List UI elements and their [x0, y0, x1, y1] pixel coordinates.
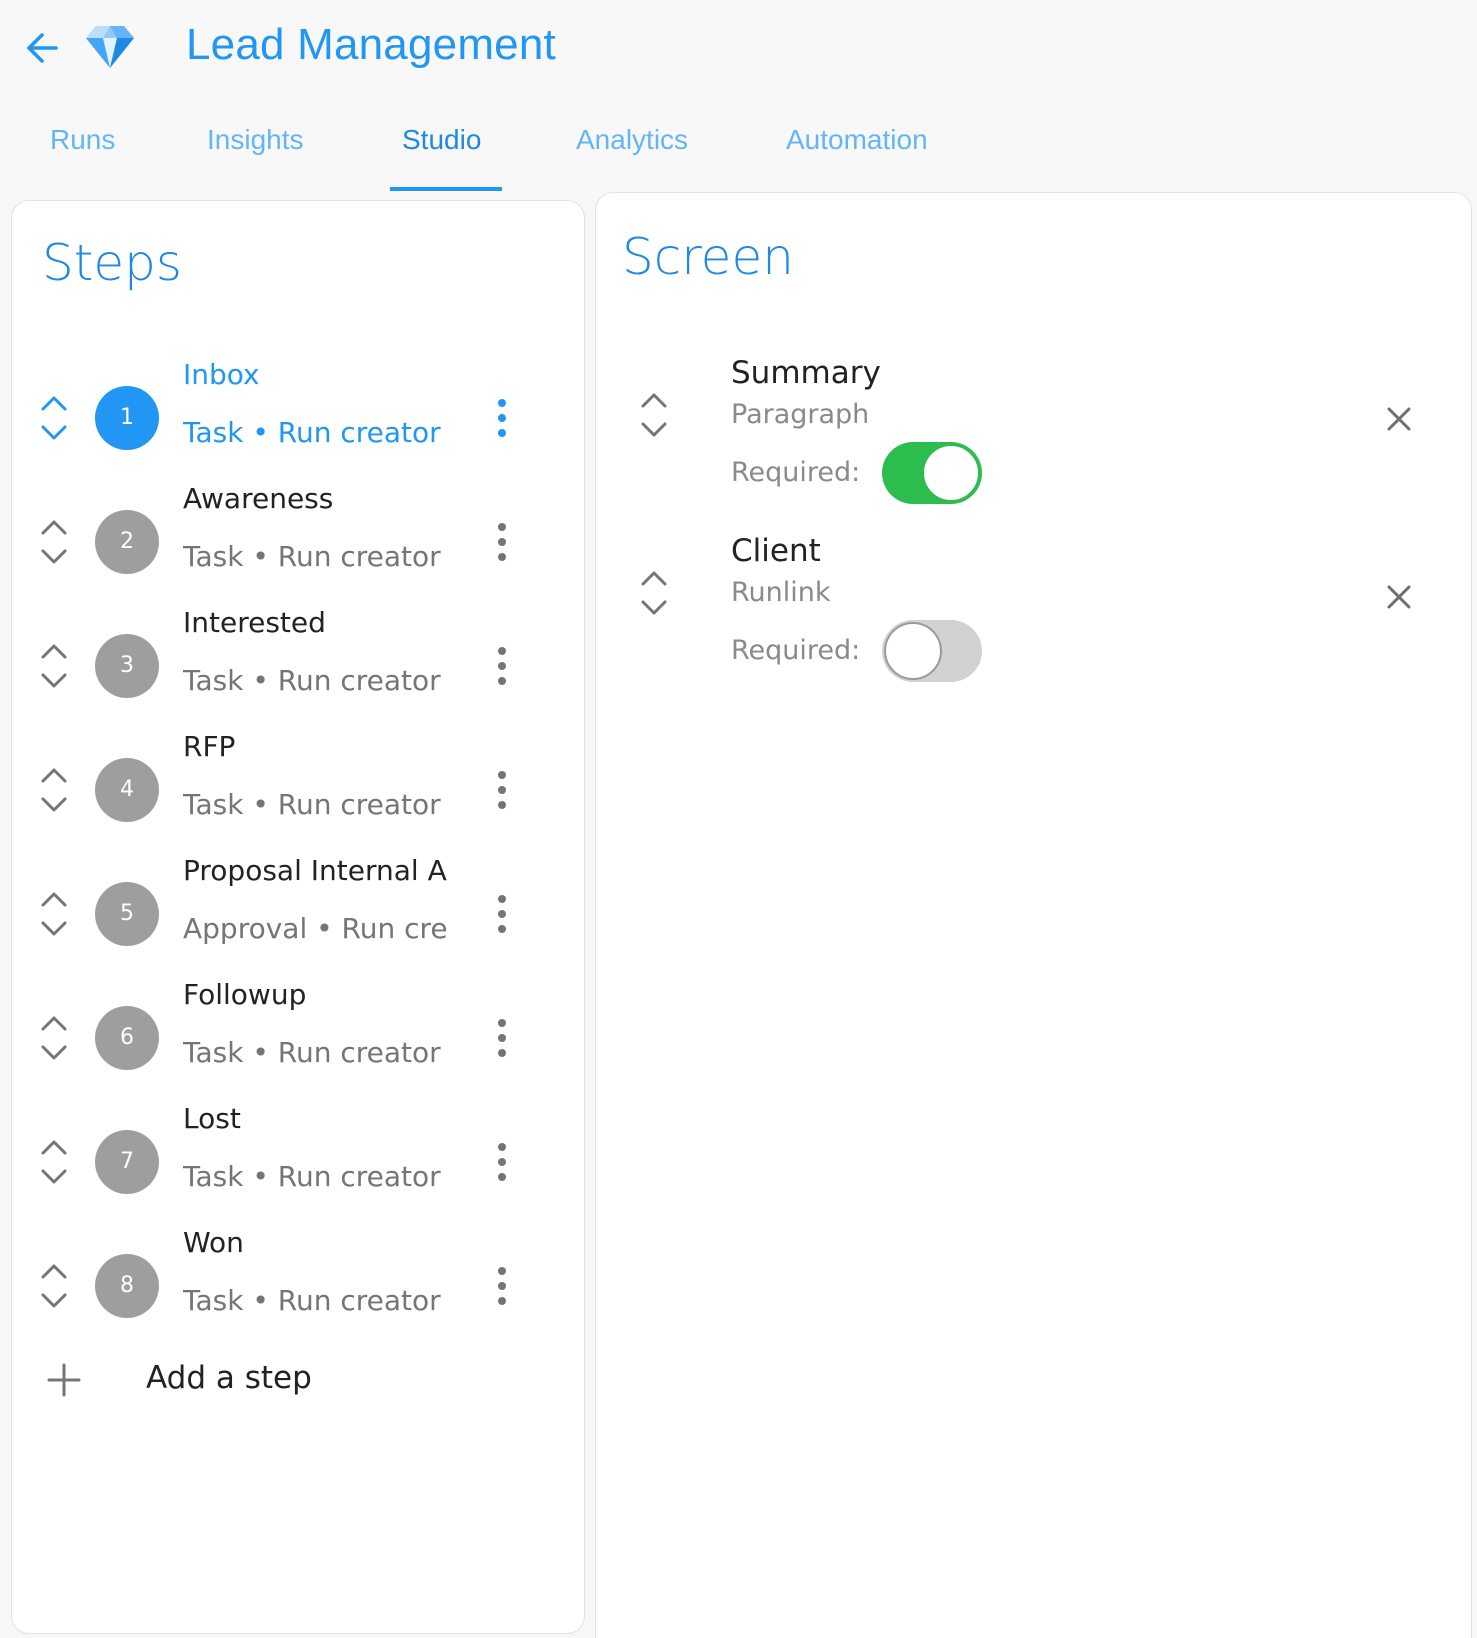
diamond-icon	[84, 22, 136, 70]
step-item[interactable]: 2 Awareness Task • Run creator	[0, 466, 574, 590]
step-item[interactable]: 3 Interested Task • Run creator	[0, 590, 574, 714]
tab-insights[interactable]: Insights	[207, 124, 304, 156]
required-label: Required:	[731, 457, 861, 488]
step-subtitle: Task • Run creator	[183, 1036, 441, 1069]
reorder-handle-icon[interactable]	[38, 1136, 70, 1188]
field-type: Paragraph	[731, 399, 870, 430]
reorder-handle-icon[interactable]	[638, 567, 670, 619]
step-name: Lost	[183, 1102, 241, 1135]
more-options-icon[interactable]	[492, 768, 512, 812]
step-item[interactable]: 4 RFP Task • Run creator	[0, 714, 574, 838]
field-name: Client	[731, 533, 821, 569]
reorder-handle-icon[interactable]	[38, 1260, 70, 1312]
step-item[interactable]: 1 Inbox Task • Run creator	[0, 342, 574, 466]
step-subtitle: Task • Run creator	[183, 540, 441, 573]
step-item[interactable]: 5 Proposal Internal Ap Approval • Run crea	[0, 838, 574, 962]
add-step-label[interactable]: Add a step	[146, 1360, 312, 1396]
step-number-badge: 1	[95, 386, 159, 450]
more-options-icon[interactable]	[492, 892, 512, 936]
back-arrow-icon[interactable]	[22, 28, 62, 68]
more-options-icon[interactable]	[492, 1016, 512, 1060]
reorder-handle-icon[interactable]	[38, 392, 70, 444]
reorder-handle-icon[interactable]	[38, 640, 70, 692]
required-toggle[interactable]	[882, 442, 982, 504]
step-item[interactable]: 8 Won Task • Run creator	[0, 1210, 574, 1334]
step-item[interactable]: 7 Lost Task • Run creator	[0, 1086, 574, 1210]
reorder-handle-icon[interactable]	[638, 389, 670, 441]
app-header: Lead Management Runs Insights Studio Ana…	[0, 0, 1477, 200]
step-subtitle: Task • Run creator	[183, 416, 441, 449]
step-name: Followup	[183, 978, 307, 1011]
screen-panel	[595, 192, 1472, 1638]
screen-title: Screen	[622, 228, 794, 286]
step-number-badge: 5	[95, 882, 159, 946]
active-tab-indicator	[390, 187, 502, 191]
tab-analytics[interactable]: Analytics	[576, 124, 688, 156]
tab-studio[interactable]: Studio	[402, 124, 481, 156]
more-options-icon[interactable]	[492, 1264, 512, 1308]
toggle-knob	[922, 444, 980, 502]
step-number-badge: 6	[95, 1006, 159, 1070]
toggle-knob	[884, 622, 942, 680]
reorder-handle-icon[interactable]	[38, 1012, 70, 1064]
reorder-handle-icon[interactable]	[38, 764, 70, 816]
step-name: Awareness	[183, 482, 334, 515]
field-name: Summary	[731, 355, 881, 391]
field-type: Runlink	[731, 577, 831, 608]
step-name: Won	[183, 1226, 244, 1259]
step-name: Proposal Internal Ap	[183, 854, 449, 887]
required-toggle[interactable]	[882, 620, 982, 682]
more-options-icon[interactable]	[492, 1140, 512, 1184]
step-number-badge: 3	[95, 634, 159, 698]
step-subtitle: Task • Run creator	[183, 1284, 441, 1317]
close-icon[interactable]	[1384, 404, 1414, 434]
step-name: Inbox	[183, 358, 260, 391]
step-number-badge: 7	[95, 1130, 159, 1194]
more-options-icon[interactable]	[492, 520, 512, 564]
step-name: RFP	[183, 730, 236, 763]
reorder-handle-icon[interactable]	[38, 516, 70, 568]
more-options-icon[interactable]	[492, 644, 512, 688]
step-item[interactable]: 6 Followup Task • Run creator	[0, 962, 574, 1086]
more-options-icon[interactable]	[492, 396, 512, 440]
step-number-badge: 2	[95, 510, 159, 574]
plus-icon	[47, 1363, 81, 1397]
step-subtitle: Approval • Run crea	[183, 912, 449, 945]
step-subtitle: Task • Run creator	[183, 1160, 441, 1193]
tab-runs[interactable]: Runs	[50, 124, 115, 156]
step-subtitle: Task • Run creator	[183, 788, 441, 821]
reorder-handle-icon[interactable]	[38, 888, 70, 940]
step-subtitle: Task • Run creator	[183, 664, 441, 697]
step-number-badge: 8	[95, 1254, 159, 1318]
step-name: Interested	[183, 606, 326, 639]
close-icon[interactable]	[1384, 582, 1414, 612]
steps-title: Steps	[42, 234, 182, 292]
required-label: Required:	[731, 635, 861, 666]
tab-automation[interactable]: Automation	[786, 124, 928, 156]
step-number-badge: 4	[95, 758, 159, 822]
page-title: Lead Management	[186, 20, 556, 69]
